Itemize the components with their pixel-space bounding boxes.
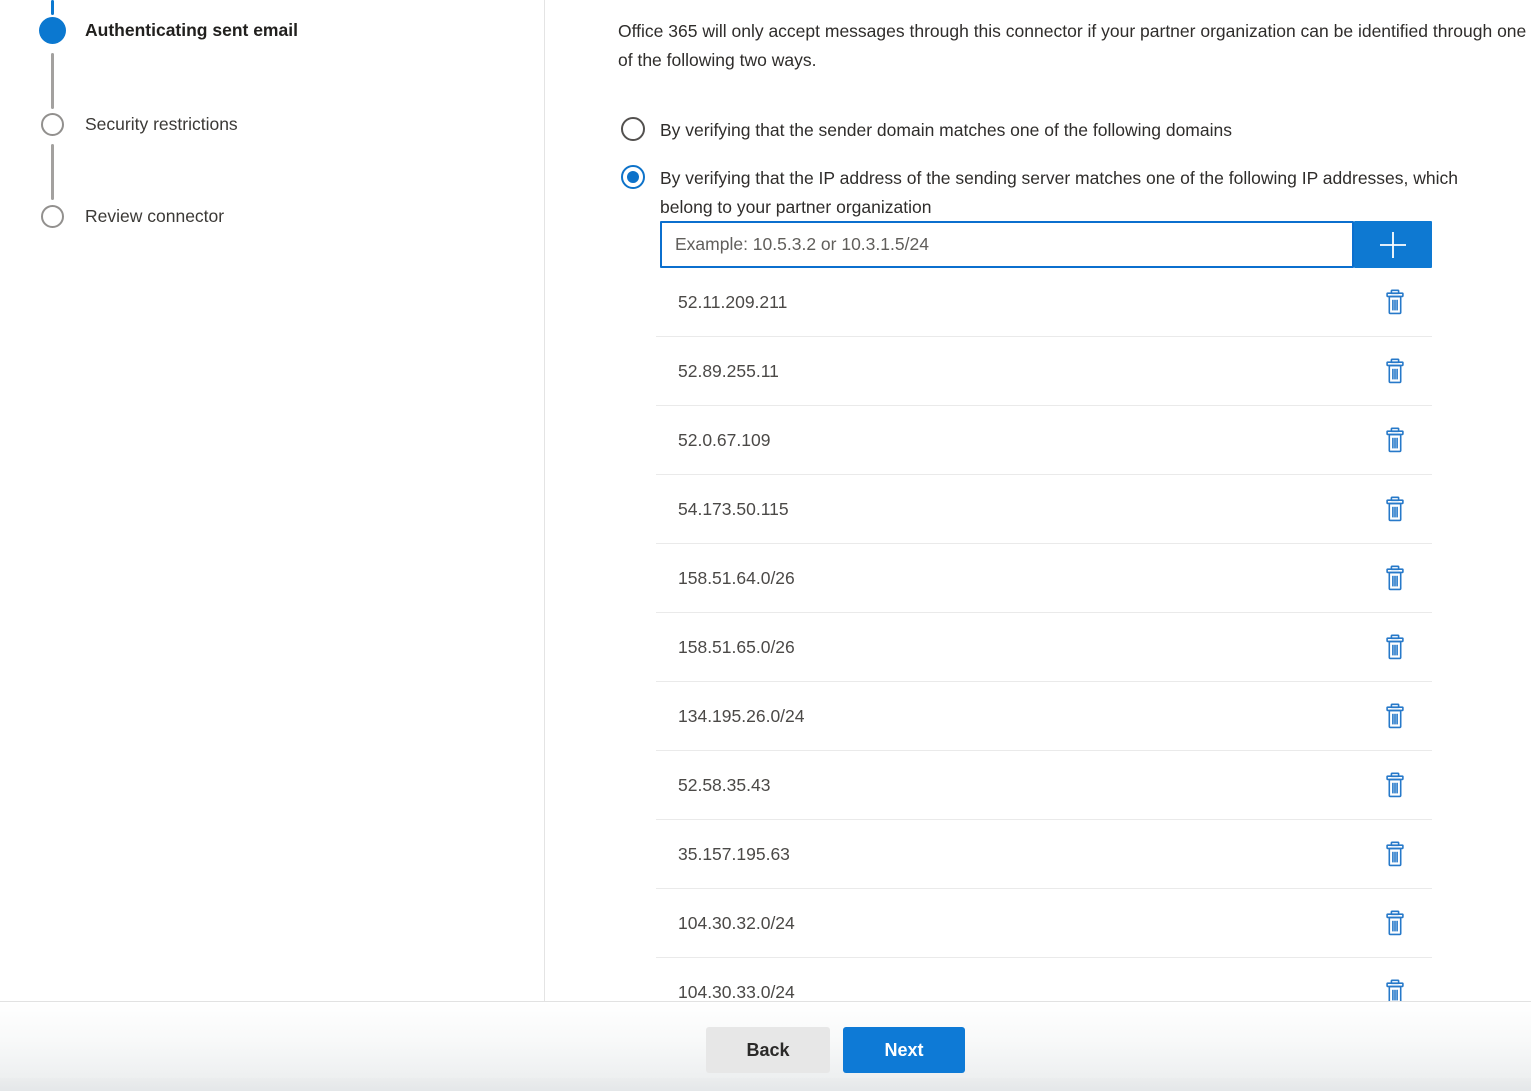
delete-ip-button[interactable] bbox=[1382, 701, 1408, 731]
trash-icon bbox=[1384, 565, 1406, 591]
ip-address-list: 52.11.209.211 52.89.255.11 bbox=[656, 268, 1432, 1001]
ip-row: 54.173.50.115 bbox=[656, 475, 1432, 544]
delete-ip-button[interactable] bbox=[1382, 770, 1408, 800]
add-ip-button[interactable] bbox=[1354, 221, 1432, 268]
stepper-step-security-restrictions: Security restrictions bbox=[0, 113, 545, 137]
trash-icon bbox=[1384, 358, 1406, 384]
next-button[interactable]: Next bbox=[843, 1027, 965, 1073]
ip-row: 104.30.33.0/24 bbox=[656, 958, 1432, 1001]
ip-address-value: 52.11.209.211 bbox=[678, 292, 787, 313]
trash-icon bbox=[1384, 703, 1406, 729]
trash-icon bbox=[1384, 979, 1406, 1001]
ip-row: 104.30.32.0/24 bbox=[656, 889, 1432, 958]
ip-row: 158.51.64.0/26 bbox=[656, 544, 1432, 613]
step-circle-icon bbox=[41, 205, 64, 228]
ip-address-value: 54.173.50.115 bbox=[678, 499, 789, 520]
ip-row: 35.157.195.63 bbox=[656, 820, 1432, 889]
ip-row: 52.58.35.43 bbox=[656, 751, 1432, 820]
ip-row: 52.89.255.11 bbox=[656, 337, 1432, 406]
wizard-footer: Back Next bbox=[0, 1001, 1531, 1079]
ip-row: 52.11.209.211 bbox=[656, 268, 1432, 337]
step-label: Security restrictions bbox=[85, 114, 238, 135]
ip-address-value: 52.58.35.43 bbox=[678, 775, 770, 796]
ip-address-input[interactable] bbox=[660, 221, 1354, 268]
trash-icon bbox=[1384, 910, 1406, 936]
ip-address-value: 134.195.26.0/24 bbox=[678, 706, 805, 727]
panel-description: Office 365 will only accept messages thr… bbox=[618, 17, 1531, 74]
delete-ip-button[interactable] bbox=[1382, 425, 1408, 455]
ip-entry-row bbox=[660, 221, 1432, 268]
ip-address-value: 35.157.195.63 bbox=[678, 844, 790, 865]
bottom-edge-strip bbox=[0, 1078, 1531, 1091]
step-label: Review connector bbox=[85, 206, 224, 227]
back-button[interactable]: Back bbox=[706, 1027, 830, 1073]
delete-ip-button[interactable] bbox=[1382, 356, 1408, 386]
authenticating-sent-email-panel: Office 365 will only accept messages thr… bbox=[618, 0, 1531, 1001]
radio-button-icon[interactable] bbox=[621, 165, 645, 189]
ip-row: 52.0.67.109 bbox=[656, 406, 1432, 475]
ip-address-value: 104.30.33.0/24 bbox=[678, 982, 795, 1002]
ip-address-value: 52.0.67.109 bbox=[678, 430, 770, 451]
delete-ip-button[interactable] bbox=[1382, 839, 1408, 869]
trash-icon bbox=[1384, 496, 1406, 522]
stepper-step-review-connector: Review connector bbox=[0, 205, 545, 229]
radio-option-sender-domain[interactable]: By verifying that the sender domain matc… bbox=[618, 116, 1478, 145]
step-circle-icon bbox=[41, 113, 64, 136]
trash-icon bbox=[1384, 841, 1406, 867]
delete-ip-button[interactable] bbox=[1382, 977, 1408, 1001]
wizard-stepper-sidebar: Authenticating sent email Security restr… bbox=[0, 0, 545, 1001]
radio-button-icon[interactable] bbox=[621, 117, 645, 141]
plus-icon bbox=[1377, 229, 1409, 261]
ip-address-value: 158.51.64.0/26 bbox=[678, 568, 795, 589]
trash-icon bbox=[1384, 634, 1406, 660]
radio-option-label: By verifying that the sender domain matc… bbox=[660, 116, 1478, 145]
stepper-connector-line bbox=[51, 53, 54, 109]
step-current-dot-icon bbox=[39, 17, 66, 44]
stepper-connector-line bbox=[51, 144, 54, 200]
step-label-current: Authenticating sent email bbox=[85, 20, 298, 41]
ip-address-value: 158.51.65.0/26 bbox=[678, 637, 795, 658]
delete-ip-button[interactable] bbox=[1382, 632, 1408, 662]
trash-icon bbox=[1384, 289, 1406, 315]
delete-ip-button[interactable] bbox=[1382, 563, 1408, 593]
trash-icon bbox=[1384, 772, 1406, 798]
ip-address-value: 52.89.255.11 bbox=[678, 361, 779, 382]
radio-option-label: By verifying that the IP address of the … bbox=[660, 164, 1480, 221]
ip-row: 158.51.65.0/26 bbox=[656, 613, 1432, 682]
ip-row: 134.195.26.0/24 bbox=[656, 682, 1432, 751]
delete-ip-button[interactable] bbox=[1382, 494, 1408, 524]
delete-ip-button[interactable] bbox=[1382, 908, 1408, 938]
delete-ip-button[interactable] bbox=[1382, 287, 1408, 317]
radio-option-ip-address[interactable]: By verifying that the IP address of the … bbox=[618, 164, 1478, 221]
trash-icon bbox=[1384, 427, 1406, 453]
ip-address-value: 104.30.32.0/24 bbox=[678, 913, 795, 934]
stepper-connector-line-completed bbox=[51, 0, 54, 15]
